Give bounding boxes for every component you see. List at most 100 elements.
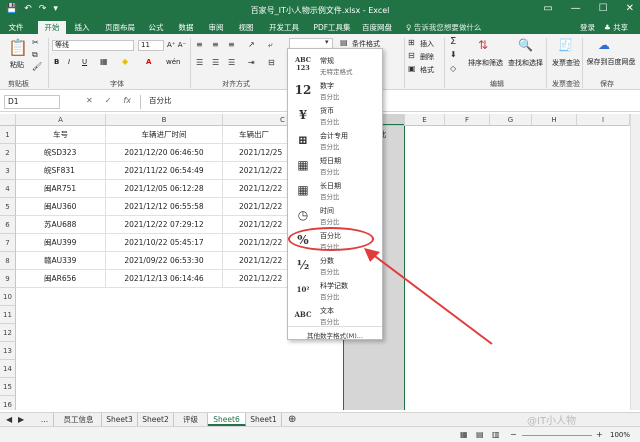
format-option-4[interactable]: ▦ 短日期 百分比 [288, 153, 382, 177]
align-bottom-icon[interactable]: ≡ [228, 40, 235, 49]
vertical-scrollbar[interactable] [630, 114, 640, 410]
table-cell[interactable]: 2021/09/22 06:53:30 [106, 252, 223, 270]
sort-filter-button[interactable]: 排序和筛选 [468, 58, 503, 68]
cancel-icon[interactable]: ✕ [86, 96, 93, 105]
delete-cells-button[interactable]: 删除 [420, 52, 434, 62]
formula-input[interactable]: 百分比 [140, 95, 636, 109]
italic-button[interactable]: I [68, 58, 70, 66]
tab-page-layout[interactable]: 页面布局 [100, 21, 140, 34]
tab-insert[interactable]: 插入 [70, 21, 94, 34]
table-cell[interactable]: 2021/12/05 06:12:28 [106, 180, 223, 198]
sheet-tab[interactable]: Sheet2 [138, 413, 174, 426]
paste-icon[interactable]: 📋 [8, 38, 28, 57]
table-cell[interactable]: 闽AU360 [16, 198, 106, 216]
maximize-button[interactable]: ☐ [599, 3, 608, 14]
row-header[interactable]: 1 [0, 126, 16, 144]
font-name-box[interactable]: 等线 [52, 40, 134, 51]
fill-icon[interactable]: ⬇ [450, 50, 457, 59]
clear-icon[interactable]: ◇ [450, 64, 456, 73]
format-option-2[interactable]: ¥ 货币 百分比 [288, 103, 382, 127]
tell-me-search[interactable]: ♀ 告诉我您想要做什么 [406, 22, 481, 33]
page-break-view-icon[interactable]: ▥ [492, 430, 500, 439]
format-option-0[interactable]: ABC 123 常规 无特定格式 [288, 53, 382, 77]
tab-baidu-pan[interactable]: 百度网盘 [358, 21, 396, 34]
row-header[interactable]: 2 [0, 144, 16, 162]
table-cell[interactable]: 苏AU688 [16, 216, 106, 234]
merge-center-icon[interactable]: ⊟ [268, 58, 275, 67]
table-cell[interactable]: 2021/12/12 06:55:58 [106, 198, 223, 216]
row-header[interactable]: 10 [0, 288, 16, 306]
header-cell[interactable]: 车辆进厂时间 [106, 126, 223, 144]
paste-label[interactable]: 粘贴 [10, 60, 24, 70]
name-box[interactable]: D1 [4, 95, 60, 109]
row-header[interactable]: 12 [0, 324, 16, 342]
row-header[interactable]: 14 [0, 360, 16, 378]
find-select-icon[interactable]: 🔍 [518, 38, 533, 52]
row-header[interactable]: 13 [0, 342, 16, 360]
tab-view[interactable]: 视图 [234, 21, 258, 34]
invoice-check-icon[interactable]: 🧾 [558, 38, 573, 52]
conditional-format-icon[interactable]: ▤ [340, 38, 348, 47]
table-cell[interactable]: 2021/12/13 06:14:46 [106, 270, 223, 288]
row-header[interactable]: 3 [0, 162, 16, 180]
align-right-icon[interactable]: ☰ [228, 58, 235, 67]
column-header[interactable]: A [16, 114, 106, 126]
zoom-in-icon[interactable]: + [596, 430, 603, 439]
table-cell[interactable]: 赣AU339 [16, 252, 106, 270]
add-sheet-icon[interactable]: ⊕ [288, 414, 296, 425]
row-header[interactable]: 9 [0, 270, 16, 288]
tab-data[interactable]: 数据 [174, 21, 198, 34]
tab-developer[interactable]: 开发工具 [264, 21, 304, 34]
sheet-tab[interactable]: Sheet3 [102, 413, 138, 426]
column-header[interactable]: E [405, 114, 445, 126]
row-header[interactable]: 8 [0, 252, 16, 270]
insert-cells-icon[interactable]: ⊞ [408, 38, 415, 47]
table-cell[interactable]: 2021/12/20 06:46:50 [106, 144, 223, 162]
cut-icon[interactable]: ✂ [32, 38, 39, 47]
align-center-icon[interactable]: ☰ [212, 58, 219, 67]
format-cells-icon[interactable]: ▣ [408, 64, 416, 73]
phonetic-button[interactable]: wén [166, 58, 180, 66]
login-link[interactable]: 登录 [580, 22, 595, 33]
save-baidu-button[interactable]: 保存到百度网盘 [586, 58, 636, 67]
ribbon-display-button[interactable]: ▭ [543, 3, 552, 14]
scroll-right-icon[interactable]: ▶ [18, 415, 24, 424]
zoom-level[interactable]: 100% [610, 431, 630, 439]
row-header[interactable]: 4 [0, 180, 16, 198]
row-header[interactable]: 5 [0, 198, 16, 216]
orientation-icon[interactable]: ↗ [248, 40, 255, 49]
tab-review[interactable]: 审阅 [204, 21, 228, 34]
row-header[interactable]: 15 [0, 378, 16, 396]
scroll-left-icon[interactable]: ◀ [6, 415, 12, 424]
delete-cells-icon[interactable]: ⊟ [408, 51, 415, 60]
format-option-6[interactable]: ◷ 时间 百分比 [288, 203, 382, 227]
baidu-pan-icon[interactable]: ☁ [598, 38, 610, 52]
header-cell[interactable]: 车号 [16, 126, 106, 144]
insert-cells-button[interactable]: 插入 [420, 39, 434, 49]
row-header[interactable]: 7 [0, 234, 16, 252]
sheet-tab-more[interactable]: ... [36, 413, 54, 426]
column-header[interactable]: F [445, 114, 490, 126]
font-size-box[interactable]: 11 [138, 40, 164, 51]
bold-button[interactable]: B [54, 58, 59, 66]
table-cell[interactable]: 2021/12/22 07:29:12 [106, 216, 223, 234]
zoom-slider[interactable] [522, 435, 592, 436]
sheet-tab[interactable]: Sheet1 [246, 413, 282, 426]
copy-icon[interactable]: ⧉ [32, 50, 38, 60]
close-button[interactable]: ✕ [626, 3, 634, 14]
sort-filter-icon[interactable]: ⇅ [478, 38, 488, 52]
table-cell[interactable]: 闽AR751 [16, 180, 106, 198]
find-select-button[interactable]: 查找和选择 [508, 58, 543, 68]
insert-function-icon[interactable]: fx [123, 96, 131, 105]
align-left-icon[interactable]: ☰ [196, 58, 203, 67]
format-painter-icon[interactable]: 🖌 [32, 62, 42, 71]
tab-formulas[interactable]: 公式 [144, 21, 168, 34]
row-header[interactable]: 16 [0, 396, 16, 410]
tab-file[interactable]: 文件 [4, 21, 28, 34]
table-cell[interactable]: 闽AU399 [16, 234, 106, 252]
invoice-check-button[interactable]: 发票查验 [552, 58, 580, 68]
row-header[interactable]: 6 [0, 216, 16, 234]
fill-color-icon[interactable]: ◆ [122, 57, 128, 66]
row-header[interactable]: 11 [0, 306, 16, 324]
column-header[interactable]: B [106, 114, 223, 126]
